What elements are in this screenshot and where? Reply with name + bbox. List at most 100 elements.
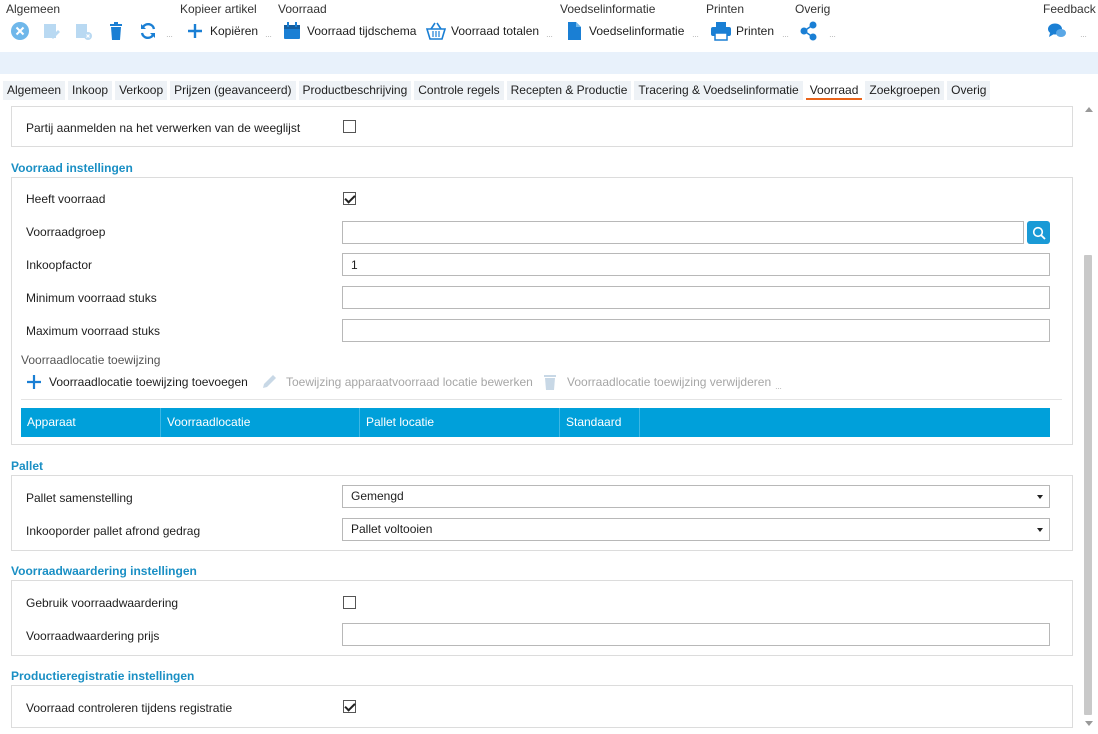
partij-aanmelden-label: Partij aanmelden na het verwerken van de… (26, 121, 301, 135)
kopieren-label: Kopiëren (210, 24, 259, 38)
kopieren-button[interactable]: Kopiëren (184, 18, 258, 44)
voorraad-totalen-label: Voorraad totalen (451, 24, 540, 38)
document-icon (563, 20, 585, 42)
toewijzing-bewerken-button[interactable]: Toewijzing apparaatvoorraad locatie bewe… (260, 373, 533, 391)
section-title-voorraadwaardering: Voorraadwaardering instellingen (11, 564, 197, 578)
heeft-voorraad-label: Heeft voorraad (26, 192, 106, 206)
group-label-kopieer: Kopieer artikel (180, 2, 257, 16)
voorraadwaardering-prijs-input[interactable] (342, 623, 1050, 646)
refresh-icon (137, 20, 159, 42)
tab-overig[interactable]: Overig (947, 81, 991, 100)
delete-document-button[interactable] (72, 18, 94, 44)
group-label-feedback: Feedback (1043, 2, 1096, 16)
minimum-voorraad-input[interactable] (342, 286, 1050, 309)
delete-button[interactable] (105, 18, 127, 44)
voorraad-tijdschema-button[interactable]: Voorraad tijdschema (281, 18, 416, 44)
afrond-gedrag-select[interactable]: Pallet voltooien (342, 518, 1050, 541)
pallet-samenstelling-value: Gemengd (351, 489, 404, 503)
document-remove-icon (72, 20, 94, 42)
pencil-icon (263, 375, 276, 388)
scroll-down-arrow[interactable] (1085, 721, 1093, 726)
vertical-scrollbar-thumb[interactable] (1084, 255, 1092, 715)
pallet-samenstelling-select[interactable]: Gemengd (342, 485, 1050, 508)
voorraad-panel: Heeft voorraad Voorraadgroep Inkoopfacto… (11, 177, 1073, 445)
voorraad-controleren-checkbox[interactable] (343, 700, 356, 713)
maximum-voorraad-input[interactable] (342, 319, 1050, 342)
voorraadgroep-label: Voorraadgroep (26, 225, 106, 239)
heeft-voorraad-checkbox[interactable] (343, 192, 356, 205)
toewijzing-verwijderen-button[interactable]: Voorraadlocatie toewijzing verwijderen (541, 373, 771, 391)
toewijzing-bewerken-label: Toewijzing apparaatvoorraad locatie bewe… (286, 375, 533, 389)
tab-inkoop[interactable]: Inkoop (68, 81, 113, 100)
tab-zoekgroepen[interactable]: Zoekgroepen (865, 81, 945, 100)
toewijzing-verwijderen-label: Voorraadlocatie toewijzing verwijderen (567, 375, 772, 389)
share-button[interactable] (798, 18, 820, 44)
feedback-button[interactable] (1046, 18, 1068, 44)
tab-recepten-productie[interactable]: Recepten & Productie (506, 81, 632, 100)
close-button[interactable] (9, 18, 31, 44)
plus-icon (184, 20, 206, 42)
section-title-pallet: Pallet (11, 459, 44, 473)
tab-productbeschrijving[interactable]: Productbeschrijving (298, 81, 412, 100)
trash-icon (105, 20, 127, 42)
group-label-voedselinformatie: Voedselinformatie (560, 2, 656, 16)
share-icon (798, 20, 820, 42)
basket-icon (425, 20, 447, 42)
tab-tracering-voedselinformatie[interactable]: Tracering & Voedselinformatie (634, 81, 803, 100)
group-label-voorraad: Voorraad (278, 2, 327, 16)
gebruik-voorraadwaardering-checkbox[interactable] (343, 596, 356, 609)
voorraad-tijdschema-label: Voorraad tijdschema (307, 24, 417, 38)
grid-column-standaard[interactable]: Standaard (560, 408, 640, 437)
tab-strip: Algemeen Inkoop Verkoop Prijzen (geavanceer… (3, 81, 991, 101)
voorraadlocatie-toewijzing-label: Voorraadlocatie toewijzing (21, 353, 161, 367)
voorraadgroep-input[interactable] (342, 221, 1024, 244)
voedselinformatie-label: Voedselinformatie (589, 24, 685, 38)
chevron-down-icon (1037, 495, 1043, 499)
top-panel: Partij aanmelden na het verwerken van de… (11, 106, 1073, 147)
scroll-up-arrow[interactable] (1085, 107, 1093, 112)
toewijzing-toevoegen-label: Voorraadlocatie toewijzing toevoegen (49, 375, 248, 389)
section-title-voorraad: Voorraad instellingen (11, 161, 133, 175)
ribbon-overflow-caret[interactable] (782, 34, 789, 38)
tab-controle-regels[interactable]: Controle regels (414, 81, 504, 100)
voorraad-totalen-button[interactable]: Voorraad totalen (425, 18, 539, 44)
tab-verkoop[interactable]: Verkoop (115, 81, 168, 100)
partij-aanmelden-checkbox[interactable] (343, 120, 356, 133)
ribbon-overflow-caret[interactable] (265, 34, 272, 38)
ribbon-overflow-caret[interactable] (692, 34, 699, 38)
trash-icon (544, 375, 556, 390)
search-icon (1032, 226, 1046, 240)
maximum-voorraad-label: Maximum voorraad stuks (26, 324, 161, 338)
pallet-samenstelling-label: Pallet samenstelling (26, 491, 133, 505)
tab-voorraad[interactable]: Voorraad (805, 81, 863, 100)
save-edit-button[interactable] (40, 18, 62, 44)
plus-icon (27, 375, 41, 389)
ribbon-overflow-caret[interactable] (1080, 34, 1087, 38)
afrond-gedrag-value: Pallet voltooien (351, 522, 433, 536)
voorraadgroep-search-button[interactable] (1027, 221, 1050, 244)
ribbon-overflow-caret[interactable] (166, 34, 173, 38)
minimum-voorraad-label: Minimum voorraad stuks (26, 291, 157, 305)
chevron-down-icon (1037, 528, 1043, 532)
grid-column-voorraadlocatie[interactable]: Voorraadlocatie (161, 408, 360, 437)
voedselinformatie-button[interactable]: Voedselinformatie (563, 18, 684, 44)
afrond-gedrag-label: Inkooporder pallet afrond gedrag (26, 524, 201, 538)
calendar-icon (281, 20, 303, 42)
grid-column-apparaat[interactable]: Apparaat (21, 408, 161, 437)
document-edit-icon (40, 20, 62, 42)
toewijzing-toevoegen-button[interactable]: Voorraadlocatie toewijzing toevoegen (25, 373, 248, 391)
ribbon: Algemeen Kopieer artikel Voorraad Voedse… (0, 0, 1098, 50)
printen-button[interactable]: Printen (710, 18, 774, 44)
ribbon-overflow-caret[interactable] (829, 34, 836, 38)
refresh-button[interactable] (137, 18, 159, 44)
tab-prijzen-geavanceerd[interactable]: Prijzen (geavanceerd) (170, 81, 296, 100)
voorraadwaardering-panel: Gebruik voorraadwaardering Voorraadwaard… (11, 580, 1073, 656)
ribbon-overflow-caret[interactable] (546, 34, 553, 38)
grid-column-pallet-locatie[interactable]: Pallet locatie (360, 408, 560, 437)
tab-algemeen[interactable]: Algemeen (3, 81, 66, 100)
gebruik-voorraadwaardering-label: Gebruik voorraadwaardering (26, 596, 179, 610)
inkoopfactor-input[interactable] (342, 253, 1050, 276)
voorraadwaardering-prijs-label: Voorraadwaardering prijs (26, 629, 160, 643)
chat-bubbles-icon (1046, 20, 1068, 42)
toolbar-overflow-caret[interactable] (775, 386, 782, 390)
